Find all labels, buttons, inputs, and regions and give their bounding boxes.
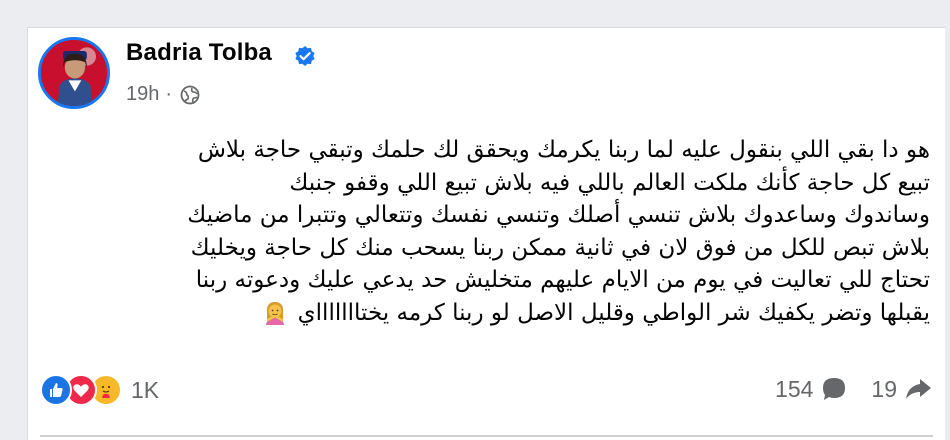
author-name[interactable]: Badria Tolba: [126, 39, 272, 67]
post-stats: 154 19: [775, 374, 933, 404]
reaction-count: 1K: [131, 376, 160, 403]
post-text-line: تحتاج للي تعاليت في يوم من الايام عليهم …: [195, 267, 930, 293]
divider: [40, 435, 933, 437]
comment-icon[interactable]: [819, 374, 849, 404]
reactions-summary[interactable]: 1K: [40, 374, 159, 406]
globe-icon[interactable]: [180, 85, 200, 105]
avatar[interactable]: [38, 37, 110, 109]
post-text: هو دا بقي اللي بنقول عليه لما ربنا يكرمك…: [40, 134, 930, 329]
post-time[interactable]: 19h: [126, 83, 159, 106]
like-icon: [40, 374, 72, 406]
post-meta: 19h ·: [126, 83, 200, 106]
share-count[interactable]: 19: [871, 376, 897, 403]
post-text-last-line: يقبلها وتضر يكفيك شر الواطي وقليل الاصل …: [40, 297, 930, 330]
post-text-line: بلاش تبص للكل من فوق لان في ثانية ممكن ر…: [190, 234, 930, 261]
share-icon[interactable]: [903, 374, 933, 404]
meta-separator: ·: [165, 83, 173, 105]
post-card: Badria Tolba 19h · هو دا بقي اللي بنقول …: [27, 27, 945, 440]
comment-count[interactable]: 154: [775, 376, 813, 403]
verified-badge-icon: [295, 46, 315, 66]
woman-gesturing-emoji: [266, 301, 285, 325]
post-text-line: يقبلها وتضر يكفيك شر الواطي وقليل الاصل …: [297, 299, 930, 326]
avatar-image: [41, 40, 107, 106]
post-text-line: وساندوك وساعدوك بلاش تنسي أصلك وتنسي نفس…: [187, 202, 930, 228]
post-text-line: تبيع كل حاجة كأنك ملكت العالم باللي فيه …: [289, 169, 930, 196]
post-text-line: هو دا بقي اللي بنقول عليه لما ربنا يكرمك…: [197, 137, 930, 163]
